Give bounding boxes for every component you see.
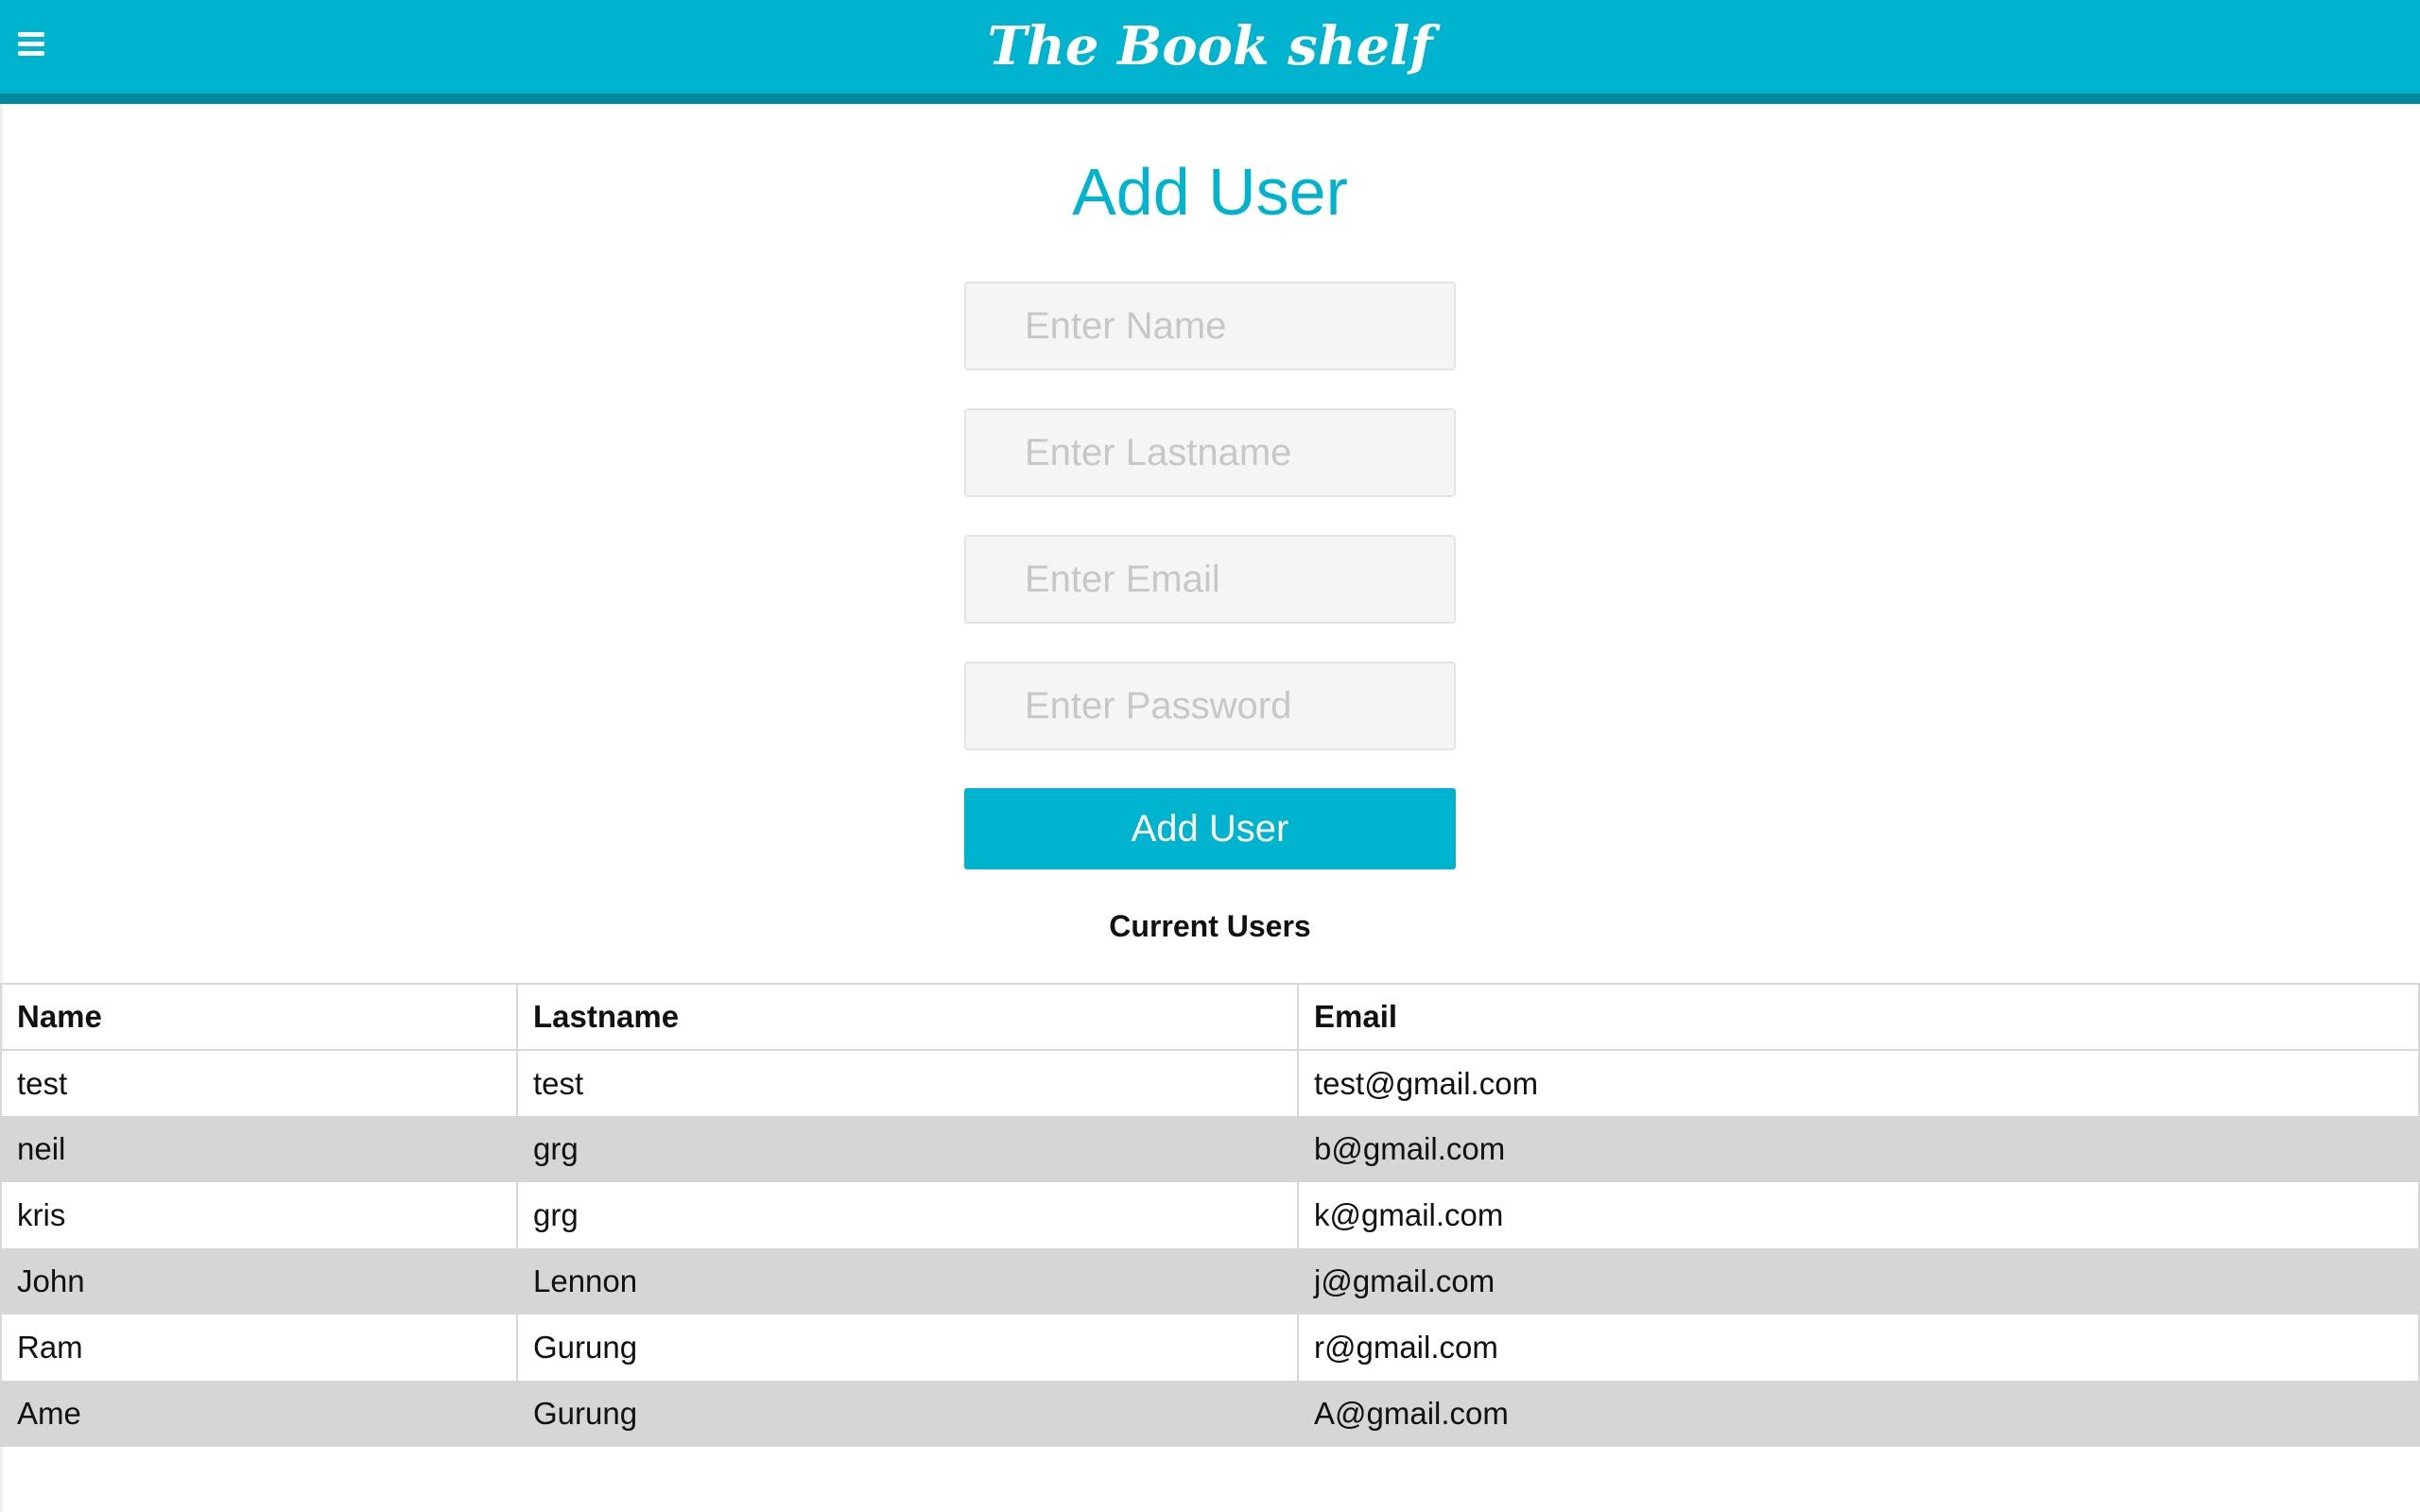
cell-name: neil [0, 1116, 518, 1182]
table-header-row: Name Lastname Email [0, 984, 2420, 1050]
column-header-lastname: Lastname [516, 984, 1299, 1050]
cell-name: Ram [0, 1314, 518, 1381]
cell-lastname: Gurung [516, 1314, 1299, 1381]
current-users-heading: Current Users [1109, 909, 1311, 943]
users-table: Name Lastname Email test test test@gmail… [0, 983, 2420, 1447]
lastname-input[interactable] [964, 408, 1456, 497]
cell-name: kris [0, 1182, 518, 1248]
cell-email: test@gmail.com [1297, 1050, 2420, 1116]
table-row: test test test@gmail.com [0, 1050, 2420, 1116]
page-title: Add User [1072, 155, 1348, 229]
cell-email: j@gmail.com [1297, 1248, 2420, 1314]
column-header-email: Email [1297, 984, 2420, 1050]
cell-email: r@gmail.com [1297, 1314, 2420, 1381]
cell-lastname: Gurung [516, 1381, 1299, 1447]
table-row: kris grg k@gmail.com [0, 1182, 2420, 1248]
add-user-button[interactable]: Add User [964, 788, 1456, 869]
table-row: Ame Gurung A@gmail.com [0, 1381, 2420, 1447]
column-header-name: Name [0, 984, 518, 1050]
add-user-form: Add User [964, 282, 1456, 869]
cell-name: test [0, 1050, 518, 1116]
email-input[interactable] [964, 535, 1456, 624]
table-row: John Lennon j@gmail.com [0, 1248, 2420, 1314]
app-brand-title[interactable]: The Book shelf [0, 0, 2420, 94]
top-navbar: The Book shelf [0, 0, 2420, 104]
cell-lastname: grg [516, 1182, 1299, 1248]
cell-name: John [0, 1248, 518, 1314]
cell-email: b@gmail.com [1297, 1116, 2420, 1182]
table-row: Ram Gurung r@gmail.com [0, 1314, 2420, 1381]
cell-lastname: Lennon [516, 1248, 1299, 1314]
password-input[interactable] [964, 662, 1456, 750]
cell-email: A@gmail.com [1297, 1381, 2420, 1447]
cell-lastname: test [516, 1050, 1299, 1116]
cell-email: k@gmail.com [1297, 1182, 2420, 1248]
cell-name: Ame [0, 1381, 518, 1447]
cell-lastname: grg [516, 1116, 1299, 1182]
table-row: neil grg b@gmail.com [0, 1116, 2420, 1182]
name-input[interactable] [964, 282, 1456, 370]
